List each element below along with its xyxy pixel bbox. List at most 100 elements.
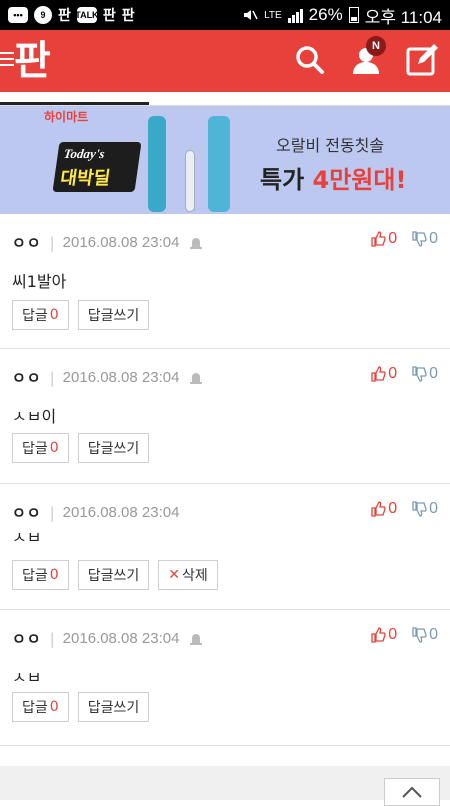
thumbs-down-icon [412,627,427,643]
app-notification-icon: 판 [58,7,71,23]
price-prefix: 특가 [260,166,313,194]
app-notification-icon: 판 [121,7,135,23]
toothbrush-head-image [185,150,195,212]
downvote-count: 0 [429,626,438,643]
comment-author: ㅇㅇ [12,630,42,648]
downvote-count: 0 [429,365,438,382]
store-logo: 하이마트 [44,110,89,124]
comment-author: ㅇㅇ [12,369,42,387]
reply-label: 답글 [22,700,48,716]
clock: 오후 11:04 [364,7,442,27]
chevron-up-icon [402,786,422,798]
reply-count-button[interactable]: 답글 0 [12,433,69,463]
reply-count: 0 [49,440,59,456]
report-icon[interactable] [189,236,203,250]
downvote-button[interactable]: 0 [411,230,438,248]
comment-date: 2016.08.08 23:04 [62,369,180,386]
reply-count-button[interactable]: 답글 0 [12,692,69,722]
comment-list: ㅇㅇ | 2016.08.08 23:04 0 0 씨1발아 답글 0 답글쓰기 … [0,214,450,746]
comment-item: ㅇㅇ | 2016.08.08 23:04 0 0 ㅅㅂ 답글 0 답글쓰기 ✕ 삭… [0,484,450,610]
write-reply-button[interactable]: 답글쓰기 [77,300,150,330]
profile-button[interactable]: N [348,36,386,78]
banner-headline: 오랄비 전동칫솔 [276,136,385,155]
search-button[interactable] [292,42,328,78]
reply-label: 답글 [22,568,48,584]
scroll-top-button[interactable] [384,778,440,806]
reply-count: 0 [49,307,59,323]
upvote-button[interactable]: 0 [370,626,397,644]
reply-count: 0 [49,567,59,583]
report-icon[interactable] [189,632,203,646]
comment-text: 씨1발아 [12,272,67,291]
badge-line1: Today's [62,146,106,161]
active-tab-indicator [0,102,149,105]
downvote-button[interactable]: 0 [411,500,438,518]
write-button[interactable] [404,42,440,78]
mute-icon [244,10,258,20]
ad-banner[interactable]: 하이마트 Today's 대박딜 오랄비 전동칫솔 특가 4만원대! [0,106,450,214]
notification-badge: N [366,36,386,56]
separator: | [49,629,55,648]
message-icon: ••• [8,7,28,23]
app-bar: 판 N [0,30,450,92]
edit-icon [406,44,438,76]
search-icon [296,46,324,74]
tab-bar[interactable] [0,92,450,106]
thumbs-up-icon [371,627,386,643]
report-icon[interactable] [189,371,203,385]
toothbrush-image [148,116,166,212]
comment-date: 2016.08.08 23:04 [62,234,180,251]
footer [0,766,450,806]
thumbs-up-icon [371,501,386,517]
comment-item: ㅇㅇ | 2016.08.08 23:04 0 0 ㅅㅂ 답글 0 답글쓰기 [0,610,450,746]
comment-text: ㅅㅂ이 [12,407,57,426]
downvote-button[interactable]: 0 [411,365,438,383]
app-logo[interactable]: 판 [14,36,51,86]
comment-date: 2016.08.08 23:04 [62,504,180,521]
separator: | [49,368,55,387]
separator: | [49,233,55,252]
comment-text: ㅅㅂ [12,668,42,687]
upvote-count: 0 [388,626,398,643]
badge-line2: 대박딜 [58,168,112,189]
menu-icon[interactable] [0,52,14,70]
delete-label: 삭제 [181,568,208,584]
battery-icon [348,7,359,23]
battery-percent: 26% [308,5,343,24]
upvote-count: 0 [388,230,398,247]
downvote-button[interactable]: 0 [411,626,438,644]
upvote-button[interactable]: 0 [370,500,397,518]
comment-item: ㅇㅇ | 2016.08.08 23:04 0 0 씨1발아 답글 0 답글쓰기 [0,214,450,349]
reply-count-button[interactable]: 답글 0 [12,560,69,590]
reply-count-button[interactable]: 답글 0 [12,300,69,330]
comment-text: ㅅㅂ [12,528,42,547]
thumbs-down-icon [412,501,427,517]
downvote-count: 0 [429,230,438,247]
talk-icon: TALK [75,7,99,23]
thumbs-down-icon [412,231,427,247]
comment-author: ㅇㅇ [12,234,42,252]
reply-label: 답글 [22,308,48,324]
close-icon: ✕ [168,567,180,583]
upvote-button[interactable]: 0 [370,230,397,248]
price-highlight: 4만원대! [312,166,407,194]
separator: | [49,503,55,522]
delete-button[interactable]: ✕ 삭제 [158,560,218,590]
comment-item: ㅇㅇ | 2016.08.08 23:04 0 0 ㅅㅂ이 답글 0 답글쓰기 [0,349,450,484]
write-reply-button[interactable]: 답글쓰기 [77,560,150,590]
thumbs-up-icon [371,231,386,247]
write-reply-button[interactable]: 답글쓰기 [77,692,150,722]
toothbrush-image [208,116,230,212]
comment-author: ㅇㅇ [12,504,42,522]
reply-count: 0 [49,699,59,715]
thumbs-up-icon [371,366,386,382]
deal-badge: Today's 대박딜 [52,142,142,192]
downvote-count: 0 [429,500,438,517]
status-bar: ••• 9 판 TALK 판 판 LTE 26% 오후 11:04 [0,0,450,30]
app-notification-icon: 판 [102,7,116,23]
notification-icon: 9 [34,6,52,24]
upvote-button[interactable]: 0 [370,365,397,383]
write-reply-button[interactable]: 답글쓰기 [77,433,150,463]
lte-indicator: LTE [264,9,282,21]
banner-price: 특가 4만원대! [260,160,406,195]
